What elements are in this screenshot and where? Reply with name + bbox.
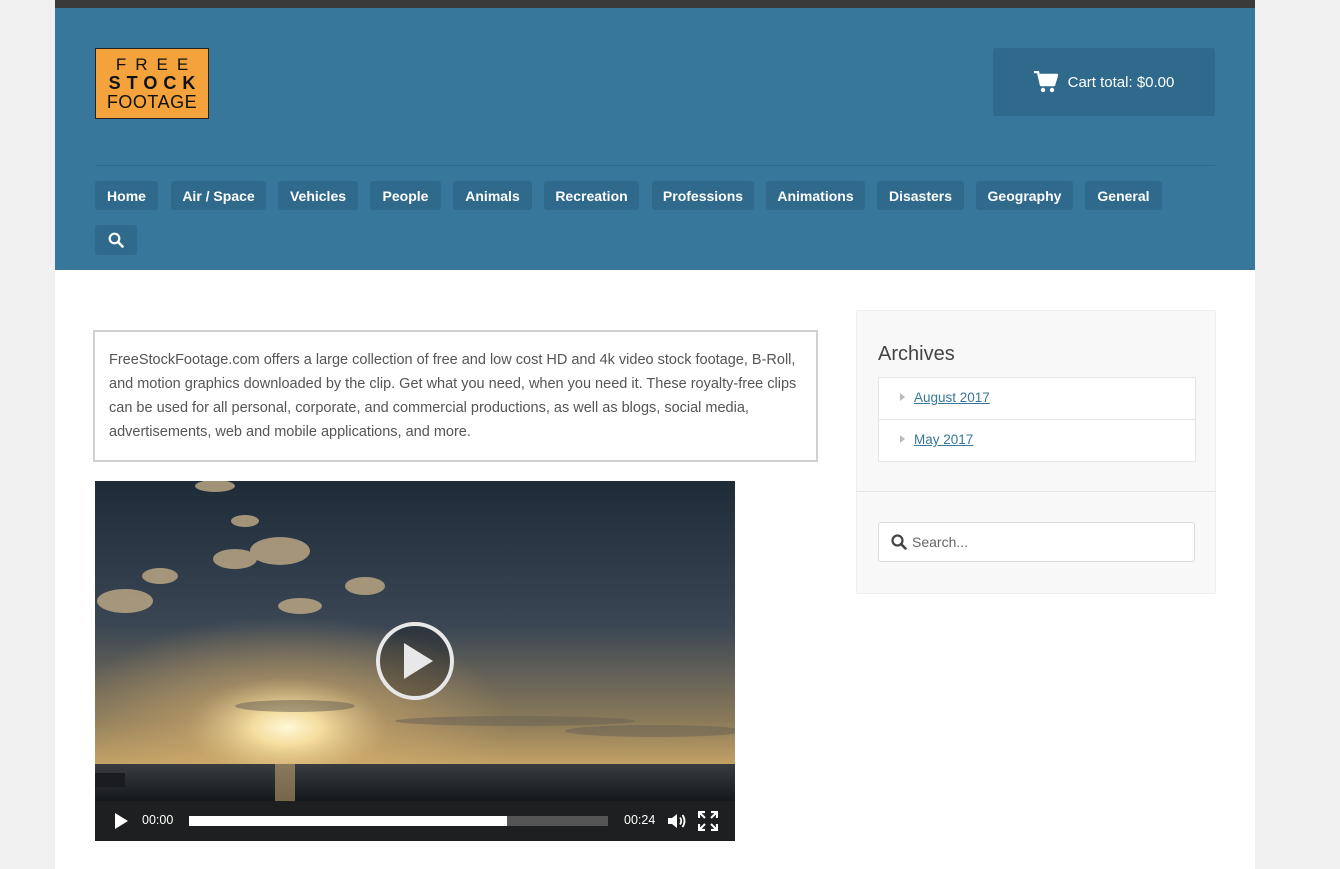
caret-right-icon xyxy=(900,393,905,401)
archive-link-august-2017[interactable]: August 2017 xyxy=(914,390,990,405)
nav-item-general[interactable]: General xyxy=(1085,181,1162,210)
sidebar: Archives August 2017 May 2017 xyxy=(856,310,1216,594)
play-icon[interactable] xyxy=(113,812,129,830)
intro-text-box: FreeStockFootage.com offers a large coll… xyxy=(93,330,818,462)
duration-time: 00:24 xyxy=(624,813,656,827)
cart-total-button[interactable]: Cart total: $0.00 xyxy=(993,48,1215,116)
nav-item-vehicles[interactable]: Vehicles xyxy=(278,181,358,210)
nav-item-people[interactable]: People xyxy=(370,181,441,210)
caret-right-icon xyxy=(900,435,905,443)
nav-item-disasters[interactable]: Disasters xyxy=(877,181,964,210)
nav-item-home[interactable]: Home xyxy=(95,181,158,210)
intro-text: FreeStockFootage.com offers a large coll… xyxy=(109,352,797,440)
search-input[interactable] xyxy=(910,531,1184,553)
sidebar-divider xyxy=(857,491,1215,492)
archives-title: Archives xyxy=(878,343,955,365)
list-item: August 2017 xyxy=(879,378,1195,420)
nav-item-label: Vehicles xyxy=(289,187,347,204)
logo-line-2: STOCK xyxy=(108,73,202,93)
nav-item-label: Animals xyxy=(465,187,520,204)
nav-item-label: Animations xyxy=(777,187,854,204)
nav-item-label: People xyxy=(382,187,429,204)
volume-icon[interactable] xyxy=(667,811,687,831)
search-icon xyxy=(108,232,124,248)
nav-item-air-space[interactable]: Air / Space xyxy=(171,181,266,210)
video-player[interactable]: 00:00 00:24 xyxy=(95,481,735,841)
nav-item-label: Air / Space xyxy=(182,187,255,204)
nav-item-label: Professions xyxy=(662,187,744,204)
big-play-button[interactable] xyxy=(375,621,455,701)
nav-item-label: General xyxy=(1097,187,1150,204)
logo-line-1: FREE xyxy=(115,55,198,74)
site-header: FREE STOCK FOOTAGE Cart total: $0.00 Hom… xyxy=(55,8,1255,270)
nav-item-animals[interactable]: Animals xyxy=(453,181,532,210)
site-logo[interactable]: FREE STOCK FOOTAGE xyxy=(95,48,209,119)
archive-link-may-2017[interactable]: May 2017 xyxy=(914,432,973,447)
header-divider xyxy=(95,165,1215,166)
top-bar xyxy=(55,0,1255,8)
logo-line-3: FOOTAGE xyxy=(106,92,198,112)
list-item: May 2017 xyxy=(879,420,1195,461)
nav-item-geography[interactable]: Geography xyxy=(976,181,1073,210)
nav-item-label: Disasters xyxy=(888,187,953,204)
current-time: 00:00 xyxy=(142,813,174,827)
nav-item-recreation[interactable]: Recreation xyxy=(544,181,639,210)
sidebar-search-box[interactable] xyxy=(878,522,1195,562)
video-controls: 00:00 00:24 xyxy=(95,801,735,841)
nav-item-label: Recreation xyxy=(555,187,628,204)
nav-item-professions[interactable]: Professions xyxy=(652,181,754,210)
shopping-cart-icon xyxy=(1033,71,1058,93)
fullscreen-icon[interactable] xyxy=(698,811,718,831)
nav-item-label: Home xyxy=(107,187,146,204)
video-progress-bar[interactable] xyxy=(189,816,608,826)
cart-total-label: Cart total: $0.00 xyxy=(1067,73,1175,91)
archives-list: August 2017 May 2017 xyxy=(878,377,1196,462)
page: FREE STOCK FOOTAGE Cart total: $0.00 Hom… xyxy=(55,0,1255,869)
search-icon xyxy=(891,534,907,550)
video-progress-loaded xyxy=(189,816,508,826)
nav-search-button[interactable] xyxy=(95,225,137,255)
nav-item-label: Geography xyxy=(987,187,1062,204)
nav-item-animations[interactable]: Animations xyxy=(766,181,865,210)
